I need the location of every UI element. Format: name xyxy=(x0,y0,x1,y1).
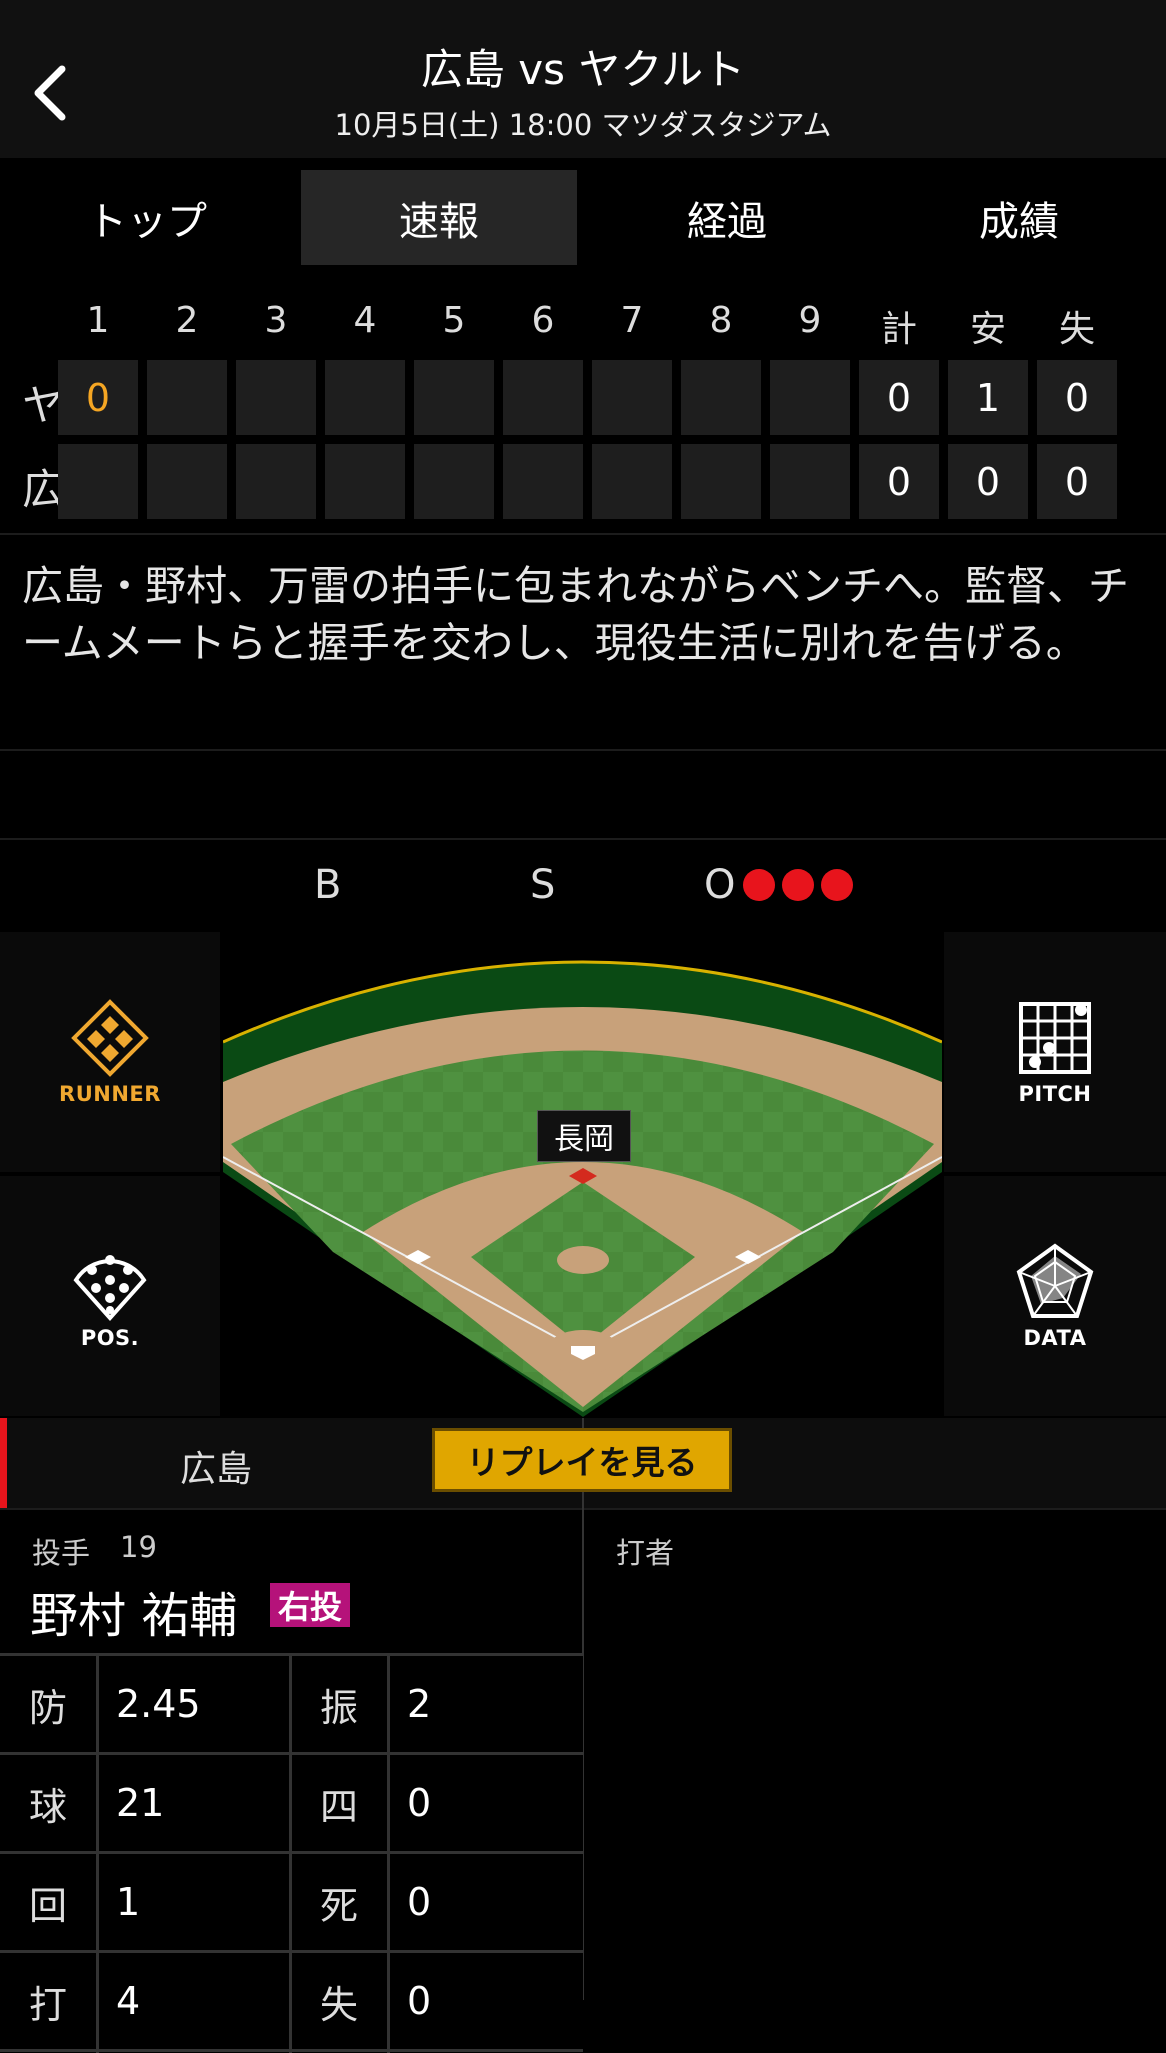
inning-score xyxy=(414,444,494,519)
pitcher-role-label: 投手 xyxy=(32,1536,91,1570)
total-cell: 0 xyxy=(948,444,1028,519)
total-cell: 0 xyxy=(859,444,939,519)
batter-role-label: 打者 xyxy=(616,1536,675,1570)
inning-score xyxy=(503,360,583,435)
data-button[interactable]: DATA xyxy=(944,1176,1166,1416)
divider xyxy=(0,838,1166,840)
inning-header: 7 xyxy=(620,300,644,341)
team-color-marker xyxy=(0,1418,7,1508)
total-cell: 0 xyxy=(1037,444,1117,519)
stat-value: 0 xyxy=(389,1854,583,1950)
inning-score xyxy=(592,444,672,519)
inning-score xyxy=(236,444,316,519)
stat-value: 2 xyxy=(389,1656,583,1752)
stat-label: 振 xyxy=(291,1656,387,1752)
inning-score xyxy=(58,444,138,519)
tab-live[interactable]: 速報 xyxy=(301,170,577,265)
runner-diamond-icon xyxy=(71,999,149,1077)
stat-label: 失 xyxy=(291,1953,387,2049)
out-indicator xyxy=(743,869,775,901)
stat-value: 4 xyxy=(98,1953,288,2049)
inning-score xyxy=(325,360,405,435)
page-title: 広島 vs ヤクルト xyxy=(420,45,746,94)
pitcher-name: 野村 祐輔 xyxy=(30,1588,238,1644)
pitch-label: PITCH xyxy=(1018,1082,1092,1106)
divider xyxy=(0,533,1166,535)
runner-label: RUNNER xyxy=(59,1082,161,1106)
inning-score xyxy=(770,360,850,435)
field-diagram xyxy=(222,960,943,1417)
stat-label: 回 xyxy=(0,1854,96,1950)
tab-top[interactable]: トップ xyxy=(0,170,294,265)
pitcher-tag: 長岡 xyxy=(537,1110,631,1162)
baseball-field: 長岡 xyxy=(222,932,943,1417)
runner-button[interactable]: RUNNER xyxy=(0,932,220,1172)
total-cell: 0 xyxy=(1037,360,1117,435)
inning-score xyxy=(770,444,850,519)
stat-value: 1 xyxy=(98,1854,288,1950)
inning-header: 3 xyxy=(264,300,288,341)
divider xyxy=(0,749,1166,751)
positions-icon xyxy=(73,1255,147,1321)
inning-score xyxy=(681,444,761,519)
stat-label: 打 xyxy=(0,1953,96,2049)
tab-progress[interactable]: 経過 xyxy=(582,170,872,265)
data-label: DATA xyxy=(1023,1326,1087,1350)
inning-header: 5 xyxy=(442,300,466,341)
total-cell: 1 xyxy=(948,360,1028,435)
stat-label: 防 xyxy=(0,1656,96,1752)
inning-score xyxy=(414,360,494,435)
inning-header: 9 xyxy=(798,300,822,341)
grid-line xyxy=(289,1653,292,2053)
stat-value: 0 xyxy=(389,1755,583,1851)
pos-label: POS. xyxy=(80,1326,140,1350)
inning-header: 2 xyxy=(175,300,199,341)
out-indicator xyxy=(782,869,814,901)
inning-score xyxy=(325,444,405,519)
inning-header: 1 xyxy=(86,300,110,341)
inning-header: 4 xyxy=(353,300,377,341)
inning-header: 失 xyxy=(1058,309,1095,350)
game-info: 10月5日(土) 18:00 マツダスタジアム xyxy=(334,108,832,142)
play-description: 広島・野村、万雷の拍手に包まれながらベンチへ。監督、チームメートらと握手を交わし… xyxy=(22,562,1129,667)
stat-label: 球 xyxy=(0,1755,96,1851)
stat-label: 四 xyxy=(291,1755,387,1851)
inning-score xyxy=(236,360,316,435)
inning-score xyxy=(147,444,227,519)
inning-header: 6 xyxy=(531,300,555,341)
grid-line xyxy=(96,1653,99,2053)
stat-label: 死 xyxy=(291,1854,387,1950)
throws-badge: 右投 xyxy=(270,1583,351,1627)
inning-score: 0 xyxy=(58,360,138,435)
tab-bar: トップ 速報 経過 成績 xyxy=(0,158,1166,276)
total-cell: 0 xyxy=(859,360,939,435)
inning-score xyxy=(503,444,583,519)
batting-team: 広島 xyxy=(180,1449,253,1490)
pitcher-number: 19 xyxy=(120,1530,157,1564)
inning-score xyxy=(147,360,227,435)
inning-score xyxy=(592,360,672,435)
grid-line xyxy=(387,1653,390,2053)
inning-header: 安 xyxy=(969,309,1006,350)
count-bar xyxy=(0,841,1166,929)
strikes-label: S xyxy=(530,862,556,908)
stat-value: 2.45 xyxy=(98,1656,288,1752)
pitch-grid-icon xyxy=(1019,1002,1091,1074)
out-indicator xyxy=(821,869,853,901)
stat-value: 21 xyxy=(98,1755,288,1851)
radar-chart-icon xyxy=(1016,1243,1094,1318)
outs-label: O xyxy=(704,862,736,908)
tab-stats[interactable]: 成績 xyxy=(872,170,1166,265)
balls-label: B xyxy=(314,862,342,908)
pos-button[interactable]: POS. xyxy=(0,1176,220,1416)
inning-score xyxy=(681,360,761,435)
inning-header: 8 xyxy=(709,300,733,341)
inning-header: 計 xyxy=(880,309,917,350)
replay-button[interactable]: リプレイを見る xyxy=(432,1428,732,1492)
pitch-button[interactable]: PITCH xyxy=(944,932,1166,1172)
stat-value: 0 xyxy=(389,1953,583,2049)
